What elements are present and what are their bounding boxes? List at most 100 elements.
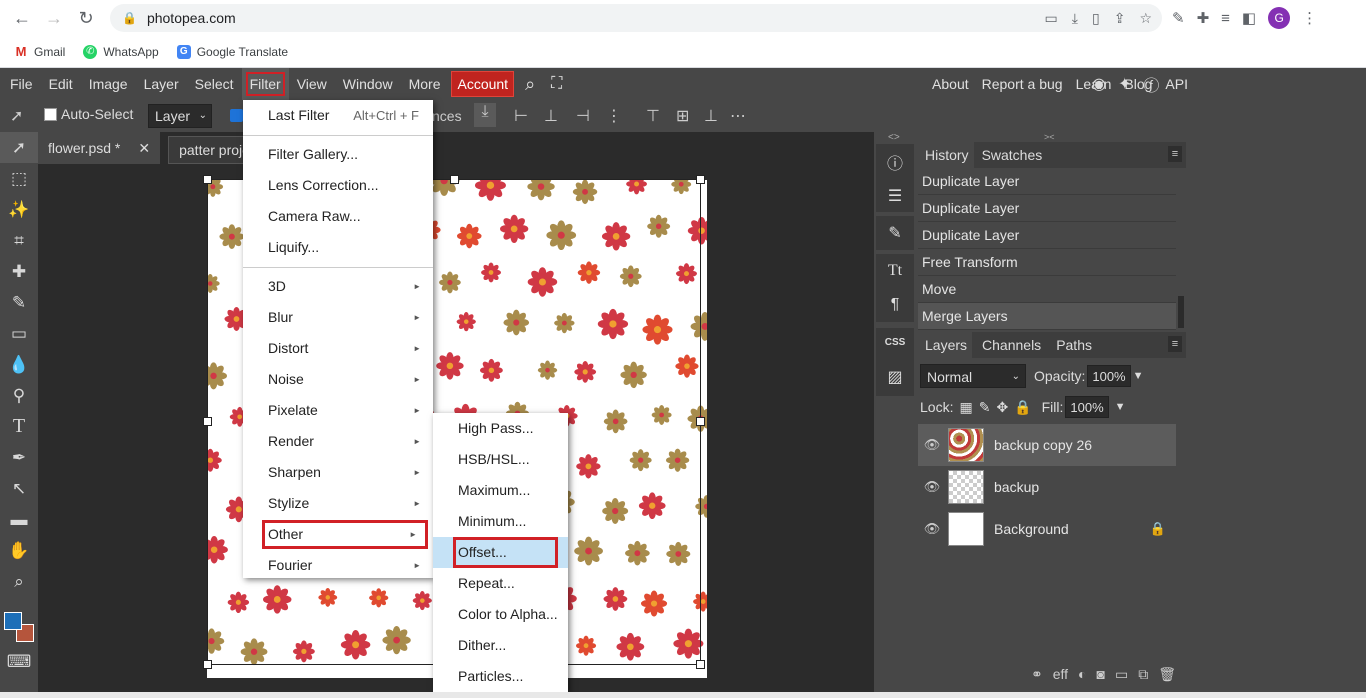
align-center-icon[interactable]: ⊥ <box>544 106 558 126</box>
menu-file[interactable]: File <box>2 68 41 100</box>
facebook-icon[interactable]: ⓕ <box>1143 72 1159 96</box>
brush-settings-icon[interactable]: ✎ <box>888 223 901 243</box>
delete-layer-icon[interactable]: 🗑 <box>1158 666 1176 690</box>
menu-item-blur[interactable]: Blur ► <box>243 302 433 333</box>
panel-menu-icon[interactable]: ≡ <box>1168 146 1182 162</box>
link-layers-icon[interactable]: ⚭ <box>1031 666 1043 690</box>
menu-item-distort[interactable]: Distort ► <box>243 333 433 364</box>
extensions-icon[interactable]: ✚ <box>1197 9 1210 27</box>
lock-paint-icon[interactable]: ✎ <box>979 399 991 416</box>
transform-handle[interactable] <box>203 417 212 426</box>
layer-row[interactable]: 👁 backup <box>918 466 1176 508</box>
lock-transparency-icon[interactable]: ▦ <box>959 399 972 416</box>
save-page-icon[interactable]: ▭ <box>1045 10 1058 27</box>
adjustment-layer-icon[interactable]: ◐ <box>1078 666 1086 690</box>
share-icon[interactable]: ⇪ <box>1114 10 1126 27</box>
tab-history[interactable]: History <box>918 142 974 168</box>
transform-handle[interactable] <box>203 660 212 669</box>
menu-item-particles[interactable]: Particles... <box>433 661 568 692</box>
move-tool-icon[interactable]: ➚ <box>0 132 38 163</box>
adjustments-icon[interactable]: ☰ <box>888 186 902 206</box>
bookmark-gmail[interactable]: M Gmail <box>14 44 65 59</box>
transform-handle[interactable] <box>450 175 459 184</box>
menu-image[interactable]: Image <box>81 68 136 100</box>
shape-tool-icon[interactable]: ▬ <box>0 504 38 535</box>
menu-select[interactable]: Select <box>187 68 242 100</box>
bookmark-star-icon[interactable]: ☆ <box>1139 10 1152 27</box>
visibility-eye-icon[interactable]: 👁 <box>918 479 946 495</box>
character-icon[interactable]: Tt <box>888 262 902 280</box>
auto-select-checkbox[interactable] <box>44 107 57 121</box>
fill-input[interactable]: 100% <box>1065 396 1109 418</box>
menu-item-camera-raw[interactable]: Camera Raw... <box>243 201 433 232</box>
reload-icon[interactable]: ↻ <box>70 0 102 36</box>
transform-handle[interactable] <box>696 175 705 184</box>
blur-tool-icon[interactable]: 💧 <box>0 349 38 380</box>
layer-mask-icon[interactable]: ◙ <box>1097 666 1105 690</box>
fullscreen-icon[interactable]: ⛶ <box>543 68 570 100</box>
reading-list-icon[interactable]: ≡ <box>1221 10 1230 27</box>
menu-item-stylize[interactable]: Stylize ► <box>243 488 433 519</box>
menu-item-filter-gallery[interactable]: Filter Gallery... <box>243 139 433 170</box>
hand-tool-icon[interactable]: ✋ <box>0 535 38 566</box>
back-icon[interactable]: ← <box>6 0 38 36</box>
align-top-icon[interactable]: ⊤ <box>646 106 660 126</box>
info-icon[interactable]: ⓘ <box>887 150 903 174</box>
menu-item-lens-correction[interactable]: Lens Correction... <box>243 170 433 201</box>
align-right-icon[interactable]: ⊣ <box>576 106 590 126</box>
distribute-icon[interactable]: ⋮ <box>606 106 622 126</box>
search-icon[interactable]: ⌕ <box>517 68 543 100</box>
menu-item-other[interactable]: Other ► <box>261 519 429 550</box>
visibility-eye-icon[interactable]: 👁 <box>918 437 946 453</box>
crop-tool-icon[interactable]: ⌗ <box>0 225 38 256</box>
marquee-tool-icon[interactable]: ⬚ <box>0 163 38 194</box>
side-panel-icon[interactable]: ◧ <box>1242 9 1256 27</box>
menu-layer[interactable]: Layer <box>136 68 187 100</box>
menu-item-minimum[interactable]: Minimum... <box>433 506 568 537</box>
type-tool-icon[interactable]: T <box>0 411 38 442</box>
download-icon[interactable]: ⤓ <box>1072 10 1078 27</box>
auto-select-target-select[interactable]: Layer ⌄ <box>148 104 212 128</box>
avatar[interactable]: G <box>1268 7 1291 29</box>
menu-view[interactable]: View <box>289 68 335 100</box>
menu-item-3d[interactable]: 3D ► <box>243 271 433 302</box>
panel-menu-icon[interactable]: ≡ <box>1168 336 1182 352</box>
about-link[interactable]: About <box>932 76 969 92</box>
report-bug-link[interactable]: Report a bug <box>982 76 1063 92</box>
tab-flower-psd[interactable]: flower.psd * ✕ <box>38 132 161 164</box>
collapse-arrows-icon[interactable]: <> <box>888 132 900 143</box>
pen-tool-icon[interactable]: ✒ <box>0 442 38 473</box>
document-icon[interactable]: ▯ <box>1092 10 1100 27</box>
history-item[interactable]: Duplicate Layer <box>918 222 1176 249</box>
menu-item-noise[interactable]: Noise ► <box>243 364 433 395</box>
color-swatches[interactable] <box>4 612 38 646</box>
api-link[interactable]: API <box>1165 76 1188 92</box>
keyboard-icon[interactable]: ⌨ <box>0 646 38 677</box>
twitter-icon[interactable]: ✦ <box>1118 74 1131 94</box>
chrome-menu-icon[interactable]: ⋮ <box>1302 9 1317 27</box>
menu-edit[interactable]: Edit <box>41 68 81 100</box>
menu-item-render[interactable]: Render ► <box>243 426 433 457</box>
menu-item-hsb-hsl[interactable]: HSB/HSL... <box>433 444 568 475</box>
menu-more[interactable]: More <box>401 68 449 100</box>
menu-item-maximum[interactable]: Maximum... <box>433 475 568 506</box>
history-item[interactable]: Merge Layers <box>918 303 1176 330</box>
zoom-tool-icon[interactable]: ⌕ <box>0 566 38 597</box>
download-align-icon[interactable]: ⤓ <box>474 103 496 127</box>
image-icon[interactable]: ▨ <box>887 367 902 387</box>
auto-select-toggle[interactable]: Auto-Select <box>44 106 133 122</box>
menu-item-repeat[interactable]: Repeat... <box>433 568 568 599</box>
collapse-arrows-icon[interactable]: >< <box>1044 132 1055 142</box>
tab-channels[interactable]: Channels <box>972 332 1046 358</box>
menu-item-sharpen[interactable]: Sharpen ► <box>243 457 433 488</box>
fill-dropdown-icon[interactable]: ▼ <box>1115 401 1126 413</box>
history-item[interactable]: Duplicate Layer <box>918 168 1176 195</box>
menu-item-color-to-alpha[interactable]: Color to Alpha... <box>433 599 568 630</box>
tab-layers[interactable]: Layers <box>918 332 973 358</box>
history-item[interactable]: Free Transform <box>918 249 1176 276</box>
magic-wand-tool-icon[interactable]: ✨ <box>0 194 38 225</box>
close-icon[interactable]: ✕ <box>138 132 150 164</box>
layer-row[interactable]: 👁 backup copy 26 <box>918 424 1176 466</box>
blend-mode-select[interactable]: Normal ⌄ <box>920 364 1026 388</box>
lock-all-icon[interactable]: 🔒 <box>1014 399 1031 416</box>
